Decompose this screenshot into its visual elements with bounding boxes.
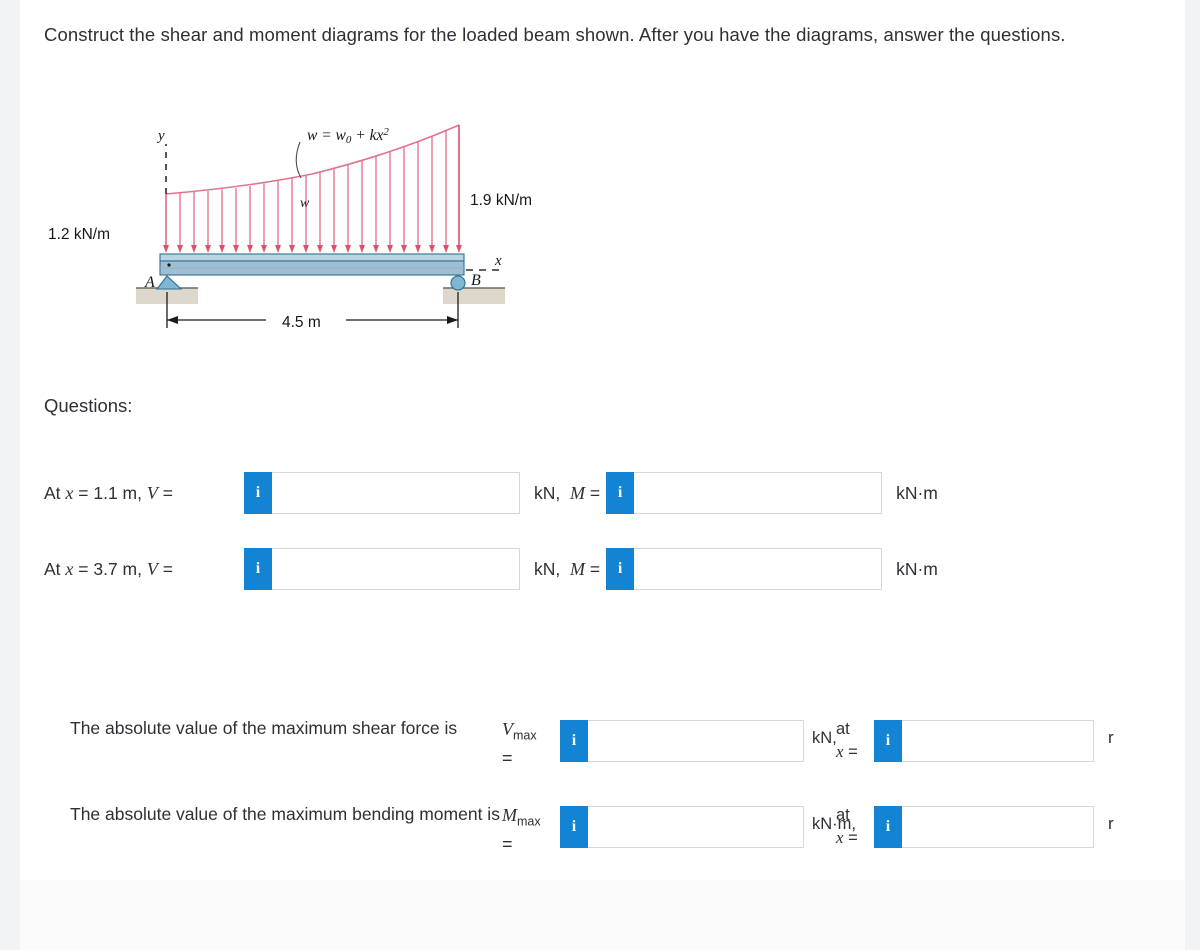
max-moment-symbol: Mmax = [502, 805, 541, 854]
info-icon[interactable]: i [560, 806, 588, 848]
load-symbol-label: w [300, 196, 310, 211]
question-row-1: At x = 1.1 m, V = i kN, M = i kN·m [44, 471, 1164, 515]
shear-field-1: i [244, 472, 520, 514]
moment-unit-1: kN·m [896, 482, 938, 503]
info-icon[interactable]: i [244, 548, 272, 590]
max-moment-field: i [560, 806, 804, 848]
moment-input-1[interactable] [634, 472, 883, 514]
max-moment-input[interactable] [588, 806, 804, 848]
ground-right [443, 288, 505, 304]
info-icon[interactable]: i [606, 548, 635, 590]
max-moment-location-input[interactable] [902, 806, 1094, 848]
info-icon[interactable]: i [606, 472, 635, 514]
info-icon[interactable]: i [874, 806, 902, 848]
shear-unit-2: kN, M = [534, 558, 601, 579]
max-shear-trailing-text: r [1108, 728, 1114, 747]
question-row-2: At x = 3.7 m, V = i kN, M = i kN·m [44, 547, 1164, 591]
moment-input-2[interactable] [634, 548, 883, 590]
page-content: Construct the shear and moment diagrams … [20, 0, 1185, 950]
moment-unit-2: kN·m [896, 558, 938, 579]
question-row-2-label: At x = 3.7 m, V = [44, 558, 173, 579]
info-icon[interactable]: i [560, 720, 588, 762]
shear-field-2: i [244, 548, 520, 590]
span-label: 4.5 m [282, 314, 321, 331]
max-shear-location-input[interactable] [902, 720, 1094, 762]
moment-field-2: i [606, 548, 883, 590]
page-title: Construct the shear and moment diagrams … [44, 24, 1066, 45]
max-moment-row: The absolute value of the maximum bendin… [70, 802, 1200, 857]
shear-input-2[interactable] [272, 548, 520, 590]
y-axis-label: y [156, 128, 165, 144]
max-shear-input[interactable] [588, 720, 804, 762]
beam-diagram: y x w = w0 + kx2 w 1.2 kN/m 1.9 kN/m A B… [48, 118, 578, 348]
support-a-label: A [144, 274, 155, 291]
beam [159, 253, 465, 276]
max-shear-label: The absolute value of the maximum shear … [70, 718, 458, 738]
max-shear-location-field: i [874, 720, 1094, 762]
left-intensity-label: 1.2 kN/m [48, 226, 110, 243]
max-moment-unit: kN·m, at x = [812, 806, 858, 847]
moment-field-1: i [606, 472, 883, 514]
shear-input-1[interactable] [272, 472, 520, 514]
max-shear-field: i [560, 720, 804, 762]
shear-unit-1: kN, M = [534, 482, 601, 503]
max-shear-symbol: Vmax = [502, 719, 537, 768]
roller-support-b [450, 275, 466, 291]
info-icon[interactable]: i [244, 472, 272, 514]
question-row-1-label: At x = 1.1 m, V = [44, 482, 173, 503]
support-b-label: B [471, 272, 481, 289]
x-axis-label: x [494, 253, 502, 269]
max-shear-row: The absolute value of the maximum shear … [70, 716, 1200, 771]
questions-heading: Questions: [44, 395, 133, 416]
max-moment-location-field: i [874, 806, 1094, 848]
max-moment-label: The absolute value of the maximum bendin… [70, 804, 500, 824]
info-icon[interactable]: i [874, 720, 902, 762]
right-intensity-label: 1.9 kN/m [470, 192, 532, 209]
max-moment-trailing-text: r [1108, 814, 1114, 833]
max-shear-unit: kN, at x = [812, 720, 858, 761]
